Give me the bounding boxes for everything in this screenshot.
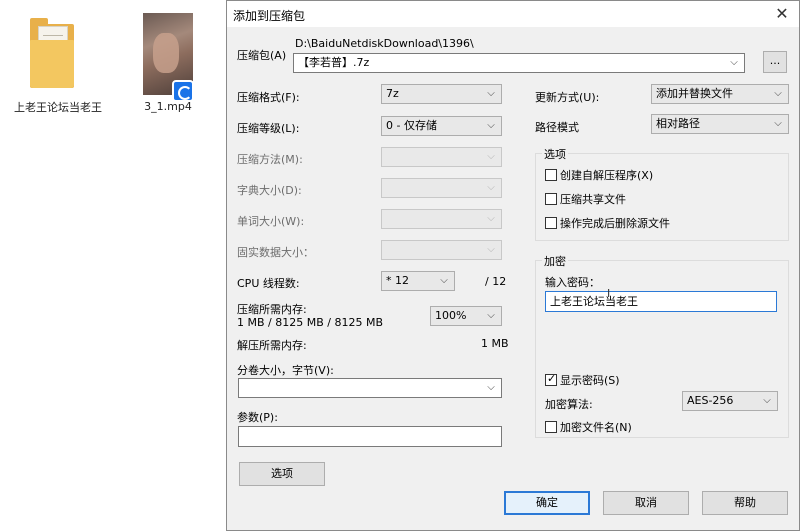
password-input[interactable]: 上老王论坛当老王 bbox=[545, 291, 777, 312]
params-input[interactable] bbox=[238, 426, 502, 447]
chevron-down-icon[interactable]: ⌵ bbox=[728, 55, 740, 71]
threads-label: CPU 线程数: bbox=[237, 277, 300, 290]
chevron-down-icon[interactable]: ⌵ bbox=[485, 118, 497, 134]
encrypt-names-checkbox[interactable]: 加密文件名(N) bbox=[545, 419, 632, 435]
mem-percent-value: 100% bbox=[435, 309, 467, 322]
level-label: 压缩等级(L): bbox=[237, 122, 300, 135]
checkbox-box[interactable] bbox=[545, 372, 557, 386]
archive-path: D:\BaiduNetdiskDownload\1396\ bbox=[295, 37, 474, 50]
params-label: 参数(P): bbox=[237, 411, 278, 424]
close-icon[interactable]: ✕ bbox=[765, 1, 799, 27]
chevron-down-icon: ⌵ bbox=[487, 244, 495, 255]
shared-files-label: 压缩共享文件 bbox=[560, 193, 626, 206]
sfx-label: 创建自解压程序(X) bbox=[560, 169, 654, 182]
mem-percent-select[interactable]: 100% ⌵ bbox=[430, 306, 502, 326]
mem-comp-value: 1 MB / 8125 MB / 8125 MB bbox=[237, 316, 383, 329]
dialog-titlebar: 添加到压缩包 ✕ bbox=[227, 1, 799, 27]
encryption-method-select[interactable]: AES-256 ⌵ bbox=[682, 391, 778, 411]
volume-label: 分卷大小，字节(V): bbox=[237, 364, 334, 377]
chevron-down-icon[interactable]: ⌵ bbox=[485, 380, 497, 396]
encryption-method-label: 加密算法: bbox=[545, 398, 593, 411]
method-label: 压缩方法(M): bbox=[237, 153, 303, 166]
dict-size-label: 字典大小(D): bbox=[237, 184, 302, 197]
sfx-checkbox[interactable]: 创建自解压程序(X) bbox=[545, 167, 653, 183]
browse-button[interactable]: ... bbox=[763, 51, 787, 73]
dict-size-select: ⌵ bbox=[381, 178, 502, 198]
update-mode-value: 添加并替换文件 bbox=[656, 87, 733, 100]
word-size-label: 单词大小(W): bbox=[237, 215, 305, 228]
chevron-down-icon[interactable]: ⌵ bbox=[772, 116, 784, 132]
show-password-checkbox[interactable]: 显示密码(S) bbox=[545, 372, 620, 388]
text-cursor-icon: Ⅰ bbox=[607, 287, 611, 300]
volume-combo[interactable]: ⌵ bbox=[238, 378, 502, 398]
delete-source-label: 操作完成后删除源文件 bbox=[560, 217, 670, 230]
archive-name-value: 【李若普】.7z bbox=[298, 56, 370, 69]
help-button[interactable]: 帮助 bbox=[702, 491, 788, 515]
show-password-label: 显示密码(S) bbox=[560, 374, 620, 387]
update-mode-label: 更新方式(U): bbox=[535, 91, 600, 104]
checkbox-box[interactable] bbox=[545, 421, 557, 433]
update-mode-select[interactable]: 添加并替换文件 ⌵ bbox=[651, 84, 789, 104]
mem-decomp-label: 解压所需内存: bbox=[237, 339, 307, 352]
encryption-group-title: 加密 bbox=[542, 253, 568, 269]
chevron-down-icon[interactable]: ⌵ bbox=[761, 393, 773, 409]
path-mode-label: 路径模式 bbox=[535, 121, 579, 134]
ok-button[interactable]: 确定 bbox=[504, 491, 590, 515]
chevron-down-icon[interactable]: ⌵ bbox=[438, 273, 450, 289]
chevron-down-icon: ⌵ bbox=[487, 213, 495, 224]
chevron-down-icon[interactable]: ⌵ bbox=[485, 86, 497, 102]
options-button[interactable]: 选项 bbox=[239, 462, 325, 486]
folder-label: 上老王论坛当老王 bbox=[14, 101, 102, 114]
shared-files-checkbox[interactable]: 压缩共享文件 bbox=[545, 191, 626, 207]
video-file-label: 3_1.mp4 bbox=[144, 100, 192, 113]
format-select[interactable]: 7z ⌵ bbox=[381, 84, 502, 104]
chevron-down-icon[interactable]: ⌵ bbox=[485, 308, 497, 324]
cancel-button[interactable]: 取消 bbox=[603, 491, 689, 515]
level-select[interactable]: 0 - 仅存储 ⌵ bbox=[381, 116, 502, 136]
chevron-down-icon: ⌵ bbox=[487, 182, 495, 193]
method-select: ⌵ bbox=[381, 147, 502, 167]
archive-label: 压缩包(A) bbox=[237, 49, 287, 62]
encryption-method-value: AES-256 bbox=[687, 394, 734, 407]
mem-decomp-value: 1 MB bbox=[481, 337, 509, 350]
chevron-down-icon[interactable]: ⌵ bbox=[772, 86, 784, 102]
archive-name-combo[interactable]: 【李若普】.7z ⌵ bbox=[293, 53, 745, 73]
path-mode-value: 相对路径 bbox=[656, 117, 700, 130]
path-mode-select[interactable]: 相对路径 ⌵ bbox=[651, 114, 789, 134]
player-badge-icon bbox=[172, 80, 194, 102]
solid-size-label: 固实数据大小： bbox=[237, 246, 314, 259]
checkbox-box[interactable] bbox=[545, 193, 557, 205]
folder-icon[interactable] bbox=[28, 14, 76, 94]
threads-total: / 12 bbox=[485, 275, 507, 288]
threads-value: * 12 bbox=[386, 274, 409, 287]
solid-size-select: ⌵ bbox=[381, 240, 502, 260]
format-label: 压缩格式(F): bbox=[237, 91, 300, 104]
delete-source-checkbox[interactable]: 操作完成后删除源文件 bbox=[545, 215, 670, 231]
word-size-select: ⌵ bbox=[381, 209, 502, 229]
password-label: 输入密码： bbox=[545, 276, 600, 289]
format-value: 7z bbox=[386, 87, 399, 100]
threads-select[interactable]: * 12 ⌵ bbox=[381, 271, 455, 291]
level-value: 0 - 仅存储 bbox=[386, 119, 437, 132]
encrypt-names-label: 加密文件名(N) bbox=[560, 421, 632, 434]
add-to-archive-dialog: 添加到压缩包 ✕ 压缩包(A) D:\BaiduNetdiskDownload\… bbox=[226, 0, 800, 531]
dialog-title: 添加到压缩包 bbox=[233, 9, 306, 23]
checkbox-box[interactable] bbox=[545, 169, 557, 181]
options-group-title: 选项 bbox=[542, 146, 568, 162]
chevron-down-icon: ⌵ bbox=[487, 151, 495, 162]
checkbox-box[interactable] bbox=[545, 217, 557, 229]
mem-comp-label: 压缩所需内存: bbox=[237, 303, 307, 316]
